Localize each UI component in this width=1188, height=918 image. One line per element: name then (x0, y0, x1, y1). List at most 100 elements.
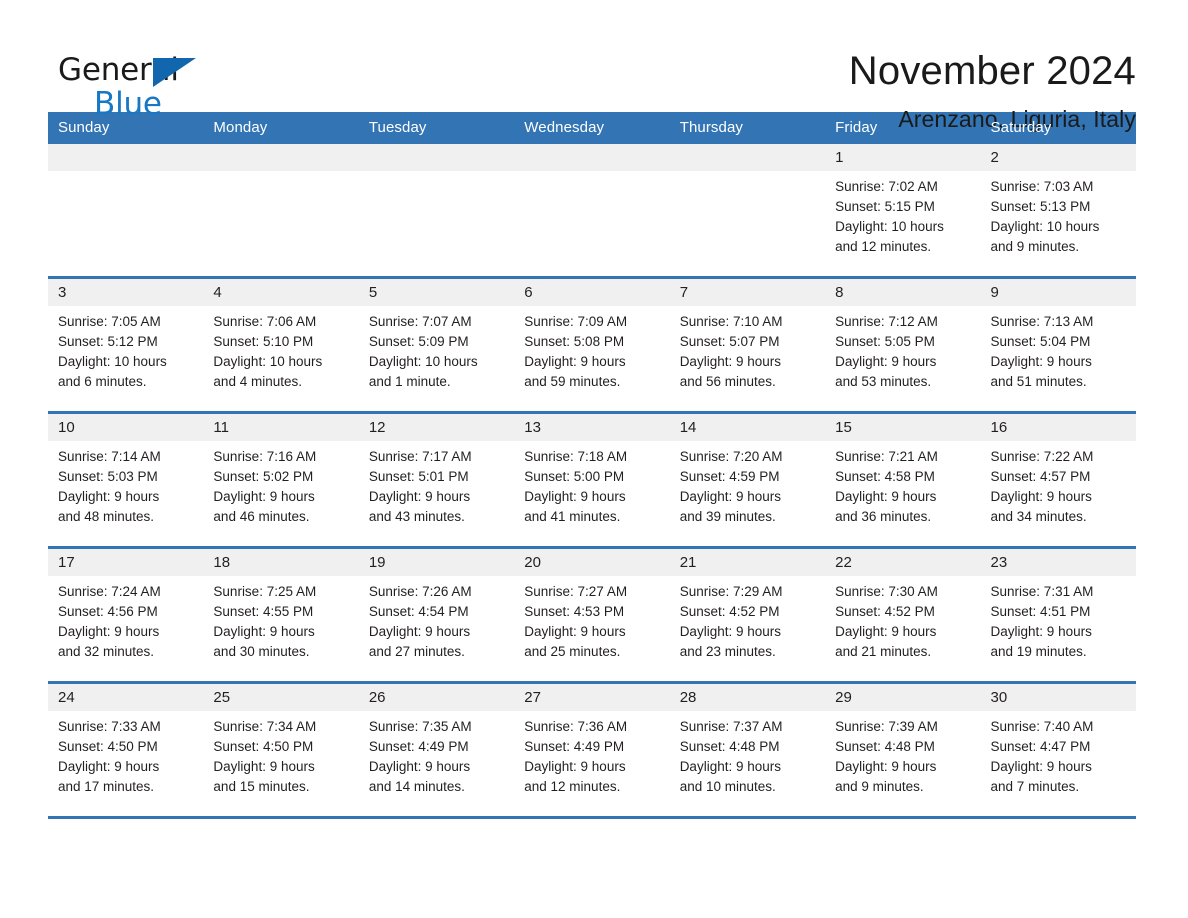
sunrise-text: Sunrise: 7:31 AM (990, 584, 1094, 599)
calendar-day-cell-21[interactable]: 21 Sunrise: 7:29 AM Sunset: 4:52 PM Dayligh… (669, 549, 826, 681)
day-number: 1 (825, 144, 981, 171)
sunset-text: Sunset: 4:55 PM (213, 604, 314, 619)
calendar-day-cell-13[interactable]: 13 Sunrise: 7:18 AM Sunset: 5:00 PM Dayligh… (514, 414, 670, 546)
calendar-day-cell-25[interactable]: 25 Sunrise: 7:34 AM Sunset: 4:50 PM Dayligh… (203, 684, 359, 816)
calendar-day-cell-empty[interactable] (203, 144, 359, 276)
daylight-text: Daylight: 9 hours (679, 489, 781, 504)
sunrise-text: Sunrise: 7:13 AM (990, 314, 1094, 329)
daylight-text: Daylight: 9 hours (835, 489, 937, 504)
calendar-day-cell-26[interactable]: 26 Sunrise: 7:35 AM Sunset: 4:49 PM Dayligh… (358, 684, 515, 816)
day-details: Sunrise: 7:24 AM Sunset: 4:56 PM Daylight:… (48, 576, 203, 662)
calendar-day-cell-24[interactable]: 24 Sunrise: 7:33 AM Sunset: 4:50 PM Dayligh… (48, 684, 204, 816)
day-details: Sunrise: 7:07 AM Sunset: 5:09 PM Daylight:… (359, 306, 514, 392)
calendar-day-cell-22[interactable]: 22 Sunrise: 7:30 AM Sunset: 4:52 PM Dayligh… (825, 549, 981, 681)
daylight-text: Daylight: 9 hours (835, 624, 937, 639)
daylight-text-cont: and 12 minutes. (524, 779, 621, 794)
daylight-text: Daylight: 9 hours (213, 759, 315, 774)
calendar-week-row: 17 Sunrise: 7:24 AM Sunset: 4:56 PM Dayligh… (48, 549, 1136, 684)
calendar-day-cell-10[interactable]: 10 Sunrise: 7:14 AM Sunset: 5:03 PM Dayligh… (48, 414, 204, 546)
sunrise-text: Sunrise: 7:02 AM (835, 179, 938, 194)
daylight-text-cont: and 43 minutes. (368, 509, 465, 524)
calendar-day-cell-4[interactable]: 4 Sunrise: 7:06 AM Sunset: 5:10 PM Daylight… (203, 279, 359, 411)
calendar-day-cell-18[interactable]: 18 Sunrise: 7:25 AM Sunset: 4:55 PM Dayligh… (203, 549, 359, 681)
calendar-day-cell-empty[interactable] (669, 144, 826, 276)
day-number: 11 (203, 414, 359, 441)
day-details: Sunrise: 7:26 AM Sunset: 4:54 PM Daylight:… (359, 576, 514, 662)
calendar-day-cell-5[interactable]: 5 Sunrise: 7:07 AM Sunset: 5:09 PM Daylight… (358, 279, 515, 411)
day-number: 27 (514, 684, 670, 711)
calendar-day-cell-empty[interactable] (514, 144, 670, 276)
calendar-day-cell-14[interactable]: 14 Sunrise: 7:20 AM Sunset: 4:59 PM Dayligh… (669, 414, 826, 546)
day-details: Sunrise: 7:12 AM Sunset: 5:05 PM Daylight:… (825, 306, 980, 392)
day-number: 9 (980, 279, 1136, 306)
sunset-text: Sunset: 4:48 PM (679, 739, 780, 754)
calendar-day-cell-23[interactable]: 23 Sunrise: 7:31 AM Sunset: 4:51 PM Dayligh… (980, 549, 1136, 681)
calendar-day-cell-19[interactable]: 19 Sunrise: 7:26 AM Sunset: 4:54 PM Dayligh… (358, 549, 515, 681)
sunrise-text: Sunrise: 7:24 AM (58, 584, 161, 599)
calendar-week-row: 3 Sunrise: 7:05 AM Sunset: 5:12 PM Daylight… (48, 279, 1136, 414)
calendar-day-cell-empty[interactable] (48, 144, 204, 276)
calendar-day-cell-2[interactable]: 2 Sunrise: 7:03 AM Sunset: 5:13 PM Daylight… (980, 144, 1136, 276)
daylight-text-cont: and 30 minutes. (213, 644, 310, 659)
daylight-text: Daylight: 9 hours (213, 489, 315, 504)
daylight-text-cont: and 23 minutes. (679, 644, 776, 659)
sunrise-text: Sunrise: 7:06 AM (213, 314, 317, 329)
sunset-text: Sunset: 4:49 PM (524, 739, 625, 754)
day-number: 28 (669, 684, 826, 711)
calendar-day-cell-7[interactable]: 7 Sunrise: 7:10 AM Sunset: 5:07 PM Daylight… (669, 279, 826, 411)
sunrise-text: Sunrise: 7:05 AM (58, 314, 161, 329)
day-number (48, 144, 204, 171)
calendar-day-cell-16[interactable]: 16 Sunrise: 7:22 AM Sunset: 4:57 PM Dayligh… (980, 414, 1136, 546)
sunset-text: Sunset: 4:47 PM (990, 739, 1091, 754)
calendar-day-cell-20[interactable]: 20 Sunrise: 7:27 AM Sunset: 4:53 PM Dayligh… (514, 549, 670, 681)
page-header: General Blue November 2024 Arenzano, Lig… (0, 0, 1188, 132)
calendar-day-cell-28[interactable]: 28 Sunrise: 7:37 AM Sunset: 4:48 PM Dayligh… (669, 684, 826, 816)
day-number: 10 (48, 414, 204, 441)
day-number: 14 (669, 414, 826, 441)
daylight-text-cont: and 4 minutes. (213, 374, 302, 389)
daylight-text: Daylight: 9 hours (58, 759, 160, 774)
daylight-text-cont: and 51 minutes. (990, 374, 1087, 389)
sunrise-text: Sunrise: 7:07 AM (368, 314, 472, 329)
daylight-text: Daylight: 10 hours (368, 354, 478, 369)
sunrise-text: Sunrise: 7:30 AM (835, 584, 938, 599)
sunset-text: Sunset: 4:48 PM (835, 739, 935, 754)
calendar-day-cell-empty[interactable] (358, 144, 515, 276)
daylight-text-cont: and 25 minutes. (524, 644, 621, 659)
daylight-text-cont: and 53 minutes. (835, 374, 932, 389)
day-of-week-header-wednesday: Wednesday (524, 119, 605, 136)
calendar-day-cell-15[interactable]: 15 Sunrise: 7:21 AM Sunset: 4:58 PM Dayligh… (825, 414, 981, 546)
calendar-day-cell-9[interactable]: 9 Sunrise: 7:13 AM Sunset: 5:04 PM Daylight… (980, 279, 1136, 411)
day-details: Sunrise: 7:40 AM Sunset: 4:47 PM Daylight:… (981, 711, 1136, 797)
sunset-text: Sunset: 5:13 PM (990, 199, 1091, 214)
day-details: Sunrise: 7:22 AM Sunset: 4:57 PM Daylight:… (981, 441, 1136, 527)
daylight-text: Daylight: 9 hours (524, 624, 626, 639)
calendar-day-cell-29[interactable]: 29 Sunrise: 7:39 AM Sunset: 4:48 PM Dayligh… (825, 684, 981, 816)
daylight-text-cont: and 14 minutes. (368, 779, 465, 794)
day-number: 6 (514, 279, 670, 306)
day-details: Sunrise: 7:17 AM Sunset: 5:01 PM Daylight:… (359, 441, 514, 527)
calendar-day-cell-8[interactable]: 8 Sunrise: 7:12 AM Sunset: 5:05 PM Daylight… (825, 279, 981, 411)
day-number: 16 (980, 414, 1136, 441)
day-number: 29 (825, 684, 981, 711)
calendar-day-cell-3[interactable]: 3 Sunrise: 7:05 AM Sunset: 5:12 PM Daylight… (48, 279, 204, 411)
calendar-day-cell-30[interactable]: 30 Sunrise: 7:40 AM Sunset: 4:47 PM Dayligh… (980, 684, 1136, 816)
calendar-day-cell-12[interactable]: 12 Sunrise: 7:17 AM Sunset: 5:01 PM Dayligh… (358, 414, 515, 546)
day-details: Sunrise: 7:02 AM Sunset: 5:15 PM Daylight:… (825, 171, 980, 257)
sunset-text: Sunset: 4:59 PM (679, 469, 780, 484)
sunset-text: Sunset: 5:15 PM (835, 199, 935, 214)
daylight-text-cont: and 48 minutes. (58, 509, 155, 524)
calendar-day-cell-17[interactable]: 17 Sunrise: 7:24 AM Sunset: 4:56 PM Dayligh… (48, 549, 204, 681)
day-number: 12 (358, 414, 515, 441)
day-details: Sunrise: 7:21 AM Sunset: 4:58 PM Daylight:… (825, 441, 980, 527)
day-number: 20 (514, 549, 670, 576)
calendar-day-cell-27[interactable]: 27 Sunrise: 7:36 AM Sunset: 4:49 PM Dayligh… (514, 684, 670, 816)
day-details: Sunrise: 7:37 AM Sunset: 4:48 PM Daylight:… (670, 711, 825, 797)
sunrise-text: Sunrise: 7:37 AM (679, 719, 783, 734)
daylight-text-cont: and 41 minutes. (524, 509, 621, 524)
calendar-day-cell-11[interactable]: 11 Sunrise: 7:16 AM Sunset: 5:02 PM Dayligh… (203, 414, 359, 546)
day-number: 21 (669, 549, 826, 576)
calendar-day-cell-1[interactable]: 1 Sunrise: 7:02 AM Sunset: 5:15 PM Daylight… (825, 144, 981, 276)
day-number: 15 (825, 414, 981, 441)
calendar-day-cell-6[interactable]: 6 Sunrise: 7:09 AM Sunset: 5:08 PM Daylight… (514, 279, 670, 411)
